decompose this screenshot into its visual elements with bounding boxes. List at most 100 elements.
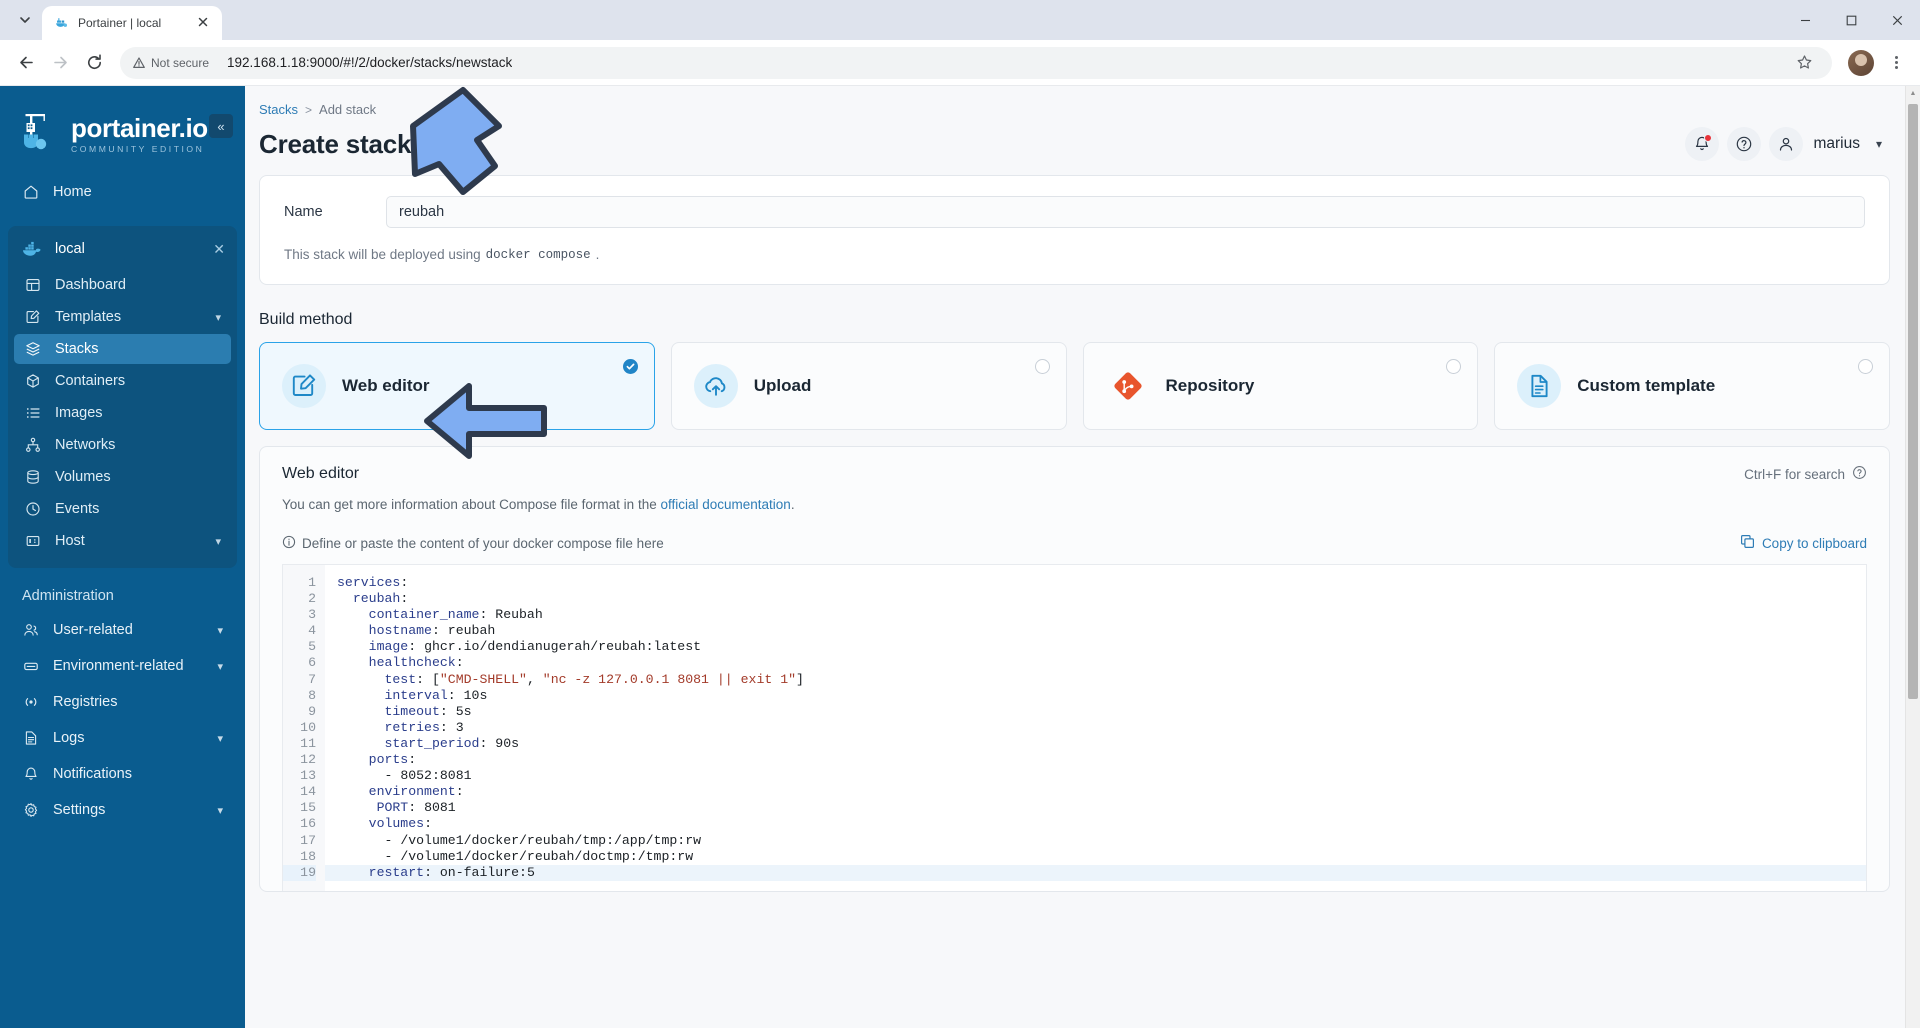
sidebar-item-volumes[interactable]: Volumes [14,462,231,492]
official-documentation-link[interactable]: official documentation [660,497,790,512]
events-clock-icon [24,501,41,518]
code-content[interactable]: services: reubah: container_name: Reubah… [325,565,1866,891]
minimize-icon[interactable] [1782,0,1828,40]
breadcrumb-link-stacks[interactable]: Stacks [259,102,298,117]
code-line[interactable]: healthcheck: [325,655,1866,671]
sidebar-item-dashboard[interactable]: Dashboard [14,270,231,300]
close-icon[interactable]: ✕ [213,242,225,256]
sidebar-item-label: Volumes [55,469,111,485]
code-line[interactable]: - /volume1/docker/reubah/tmp:/app/tmp:rw [325,833,1866,849]
code-line[interactable]: - 8052:8081 [325,768,1866,784]
chevron-down-icon[interactable]: ▾ [217,660,223,673]
code-line-numbers: 1 2 3 4 5 6 7 8 9 10 11 12 13 14 15 16 17 18 19 [283,565,325,891]
breadcrumb-current: Add stack [319,102,377,117]
radio-button[interactable] [1034,359,1050,374]
browser-window: Portainer | local Not secure 192.168.1.1… [0,0,1920,1028]
sidebar-item-images[interactable]: Images [14,398,231,428]
user-icon[interactable] [1769,127,1804,161]
custom-template-document-icon [1517,364,1562,408]
chevron-down-icon[interactable]: ▾ [1876,137,1882,151]
users-icon [22,622,39,639]
line-number: 11 [300,735,316,751]
build-method-upload[interactable]: Upload [670,342,1067,430]
maximize-icon[interactable] [1828,0,1874,40]
sidebar-item-label: User-related [53,622,133,638]
window-close-icon[interactable] [1874,0,1920,40]
build-method-repository[interactable]: Repository [1082,342,1479,430]
code-line[interactable]: reubah: [325,591,1866,607]
help-circle-icon[interactable] [1852,465,1867,483]
chevron-down-icon[interactable]: ▾ [217,624,223,637]
sidebar-item-settings[interactable]: Settings ▾ [10,794,235,826]
compose-code-editor[interactable]: 1 2 3 4 5 6 7 8 9 10 11 12 13 14 15 16 17 18 19 services: … [282,564,1867,891]
sidebar-item-user-related[interactable]: User-related ▾ [10,614,235,646]
code-line[interactable]: PORT: 8081 [325,800,1866,816]
code-line[interactable]: retries: 3 [325,720,1866,736]
build-method-custom-template[interactable]: Custom template [1494,342,1890,430]
build-method-web-editor[interactable]: Web editor [259,342,655,430]
name-label: Name [284,204,323,220]
code-line[interactable]: - /volume1/docker/reubah/doctmp:/tmp:rw [325,849,1866,865]
line-number: 15 [300,800,316,816]
code-line[interactable]: timeout: 5s [325,704,1866,720]
reload-icon[interactable] [78,47,110,79]
sidebar-item-home[interactable]: Home [10,176,235,208]
stack-name-input[interactable] [386,196,1865,228]
arrow-left-icon[interactable] [10,47,42,79]
code-line[interactable]: hostname: reubah [325,623,1866,639]
security-status[interactable]: Not secure [132,56,219,70]
star-icon[interactable] [1790,49,1818,77]
code-line[interactable]: ports: [325,752,1866,768]
page-scrollbar[interactable]: ▲ [1905,86,1920,1028]
code-line[interactable]: environment: [325,784,1866,800]
code-line[interactable]: restart: on-failure:5 [325,864,1866,881]
code-line[interactable]: interval: 10s [325,688,1866,704]
profile-avatar[interactable] [1848,49,1874,76]
build-method-title: Build method [259,311,353,328]
chevron-down-icon[interactable]: ▾ [217,804,223,817]
sidebar-item-events[interactable]: Events [14,494,231,524]
main-content: Stacks > Add stack Create stack marius ▾… [245,86,1920,1028]
kebab-menu-icon[interactable] [1882,49,1910,77]
sidebar-item-environment-related[interactable]: Environment-related ▾ [10,650,235,682]
browser-tab[interactable]: Portainer | local [42,6,222,40]
scroll-up-arrow[interactable]: ▲ [1906,86,1920,101]
sidebar-item-logs[interactable]: Logs ▾ [10,722,235,754]
sidebar-environment-header[interactable]: local ✕ [8,232,237,266]
sidebar-item-containers[interactable]: Containers [14,366,231,396]
radio-button[interactable] [1858,359,1873,374]
code-line[interactable]: test: ["CMD-SHELL", "nc -z 127.0.0.1 808… [325,672,1866,688]
build-method-label: Web editor [342,376,430,395]
radio-button[interactable] [1446,359,1462,374]
code-line[interactable]: volumes: [325,816,1866,832]
chevron-down-icon[interactable]: ▾ [215,535,221,548]
refresh-icon[interactable] [421,137,438,154]
url-text: 192.168.1.18:9000/#!/2/docker/stacks/new… [227,55,513,70]
sidebar-item-templates[interactable]: Templates ▾ [14,302,231,332]
sidebar-item-networks[interactable]: Networks [14,430,231,460]
sidebar-logo[interactable]: portainer.io COMMUNITY EDITION « [0,86,245,156]
portainer-favicon [54,15,70,31]
double-chevron-left-icon[interactable]: « [209,114,233,138]
code-line[interactable]: image: ghcr.io/dendianugerah/reubah:late… [325,639,1866,655]
sidebar-item-registries[interactable]: Registries [10,686,235,718]
code-line[interactable]: start_period: 90s [325,736,1866,752]
logo-name: portainer.io [71,112,208,143]
scrollbar-thumb[interactable] [1908,104,1918,699]
chevron-down-icon[interactable]: ▾ [215,311,221,324]
tab-search-icon[interactable] [8,3,42,37]
code-line[interactable]: container_name: Reubah [325,607,1866,623]
close-icon[interactable] [196,15,212,31]
arrow-right-icon [44,47,76,79]
sidebar-item-stacks[interactable]: Stacks [14,334,231,364]
chevron-down-icon[interactable]: ▾ [217,732,223,745]
deploy-hint-prefix: This stack will be deployed using [284,247,481,262]
sidebar-item-notifications[interactable]: Notifications [10,758,235,790]
copy-to-clipboard-button[interactable]: Copy to clipboard [1740,534,1867,552]
help-circle-icon[interactable] [1727,127,1762,161]
check-circle-icon[interactable] [622,359,638,374]
bell-icon[interactable] [1685,127,1720,161]
sidebar-item-host[interactable]: Host ▾ [14,526,231,556]
address-bar[interactable]: Not secure 192.168.1.18:9000/#!/2/docker… [120,46,1832,79]
code-line[interactable]: services: [325,575,1866,591]
